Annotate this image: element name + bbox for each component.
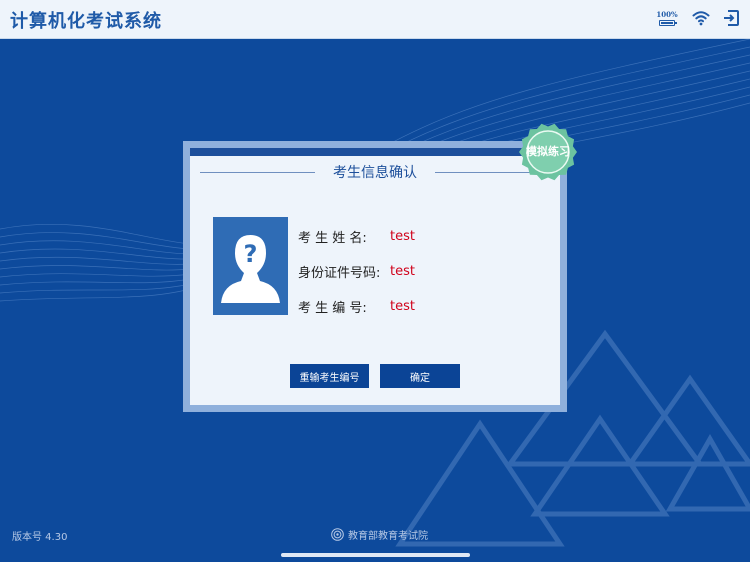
organization-name: 教育部教育考试院 — [348, 531, 428, 542]
candidate-number-value: test — [390, 299, 415, 314]
confirm-button[interactable]: 确定 — [380, 364, 460, 388]
name-label: 考 生 姓 名: — [298, 231, 367, 246]
dialog-top-bar — [190, 148, 560, 156]
status-area: 100% — [654, 9, 740, 27]
top-bar: 计算机化考试系统 100% — [0, 0, 750, 39]
candidate-info-dialog: 考生信息确认 ? 考 生 姓 名: test 身份证件号码: test 考 生 … — [190, 148, 560, 405]
battery-percent: 100% — [656, 9, 678, 19]
app-title: 计算机化考试系统 — [10, 11, 162, 32]
avatar-placeholder: ? — [213, 217, 288, 315]
dialog-title: 考生信息确认 — [333, 165, 417, 181]
id-number-label: 身份证件号码: — [298, 266, 381, 281]
wifi-icon — [692, 11, 710, 26]
svg-text:?: ? — [244, 240, 258, 268]
info-row-id: 身份证件号码: test — [298, 254, 415, 289]
ministry-emblem-icon — [331, 528, 344, 541]
organization-footer: 教育部教育考试院 — [331, 527, 428, 542]
exit-icon[interactable] — [722, 9, 740, 27]
info-row-name: 考 生 姓 名: test — [298, 219, 415, 254]
info-row-candidate-number: 考 生 编 号: test — [298, 289, 415, 324]
id-number-value: test — [390, 264, 415, 279]
battery-indicator: 100% — [654, 9, 680, 26]
badge-label: 模拟练习 — [526, 145, 570, 158]
dialog-title-row: 考生信息确认 — [190, 160, 560, 184]
name-value: test — [390, 229, 415, 244]
battery-icon — [659, 19, 677, 26]
home-indicator[interactable] — [281, 553, 470, 557]
battery-fill — [661, 21, 673, 24]
version-label: 版本号 4.30 — [12, 532, 68, 543]
unknown-person-icon: ? — [221, 235, 280, 303]
title-divider-left — [200, 171, 315, 173]
practice-badge: 模拟练习 — [516, 121, 580, 183]
candidate-number-label: 考 生 编 号: — [298, 301, 367, 316]
reenter-number-button[interactable]: 重输考生编号 — [290, 364, 369, 388]
candidate-info: 考 生 姓 名: test 身份证件号码: test 考 生 编 号: test — [298, 219, 415, 324]
